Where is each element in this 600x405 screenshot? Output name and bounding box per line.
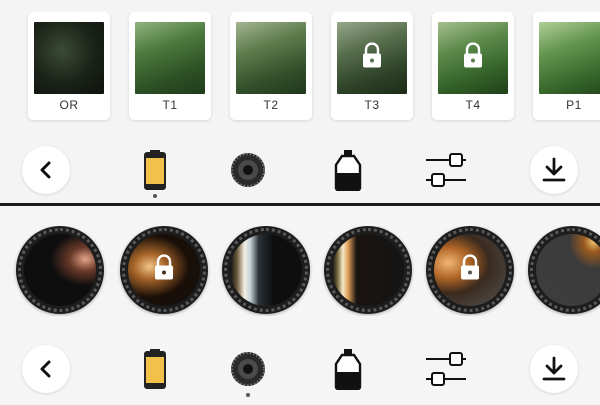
filter-card-t2[interactable]: T2 [230,12,312,120]
filter-card-or[interactable]: OR [28,12,110,120]
lens-item[interactable] [426,226,514,314]
filter-thumbnail [438,22,508,94]
filter-thumbnail [34,22,104,94]
adjust-sliders-icon [426,352,466,386]
adjust-tool-button[interactable] [424,347,468,391]
filter-thumbnail [539,22,600,94]
filter-thumbnail [135,22,205,94]
filter-label: T2 [263,98,279,112]
filter-panel: OR T1 T2 T3 T4 P1 [0,0,600,204]
lens-strip[interactable] [0,226,600,316]
lens-panel [0,206,600,405]
lens-icon [231,153,265,187]
filter-label: T1 [162,98,178,112]
selected-indicator [246,393,250,397]
bottle-tool-button[interactable] [326,347,370,391]
filter-label: T3 [364,98,380,112]
lens-ring [18,228,102,312]
lens-ring [428,228,512,312]
download-icon [542,356,566,381]
filter-thumbnail [236,22,306,94]
back-icon [40,161,51,179]
filter-thumbnail [337,22,407,94]
top-toolbar [0,142,600,198]
lens-item[interactable] [528,226,600,314]
back-icon [40,360,51,378]
film-roll-icon [144,349,166,389]
bottle-icon [334,349,362,390]
lens-item[interactable] [324,226,412,314]
lens-tool-button[interactable] [226,148,270,192]
bottom-toolbar [0,341,600,397]
filter-label: T4 [465,98,481,112]
lens-item[interactable] [16,226,104,314]
download-button[interactable] [530,146,578,194]
filter-card-t4[interactable]: T4 [432,12,514,120]
selected-indicator [153,194,157,198]
film-tool-button[interactable] [133,347,177,391]
back-button[interactable] [22,345,70,393]
download-icon [542,157,566,182]
bottle-icon [334,150,362,191]
back-button[interactable] [22,146,70,194]
download-button[interactable] [530,345,578,393]
filter-card-t1[interactable]: T1 [129,12,211,120]
lock-icon [462,42,484,74]
filter-card-p1[interactable]: P1 [533,12,600,120]
adjust-tool-button[interactable] [424,148,468,192]
lock-icon [361,42,383,74]
filter-card-t3[interactable]: T3 [331,12,413,120]
lens-ring [326,228,410,312]
lens-item[interactable] [222,226,310,314]
filter-label: OR [59,98,79,112]
film-tool-button[interactable] [133,148,177,198]
lens-tool-button[interactable] [226,347,270,397]
lens-item[interactable] [120,226,208,314]
lens-ring [530,228,600,312]
lens-icon [231,352,265,386]
adjust-sliders-icon [426,153,466,187]
film-roll-icon [144,150,166,190]
filter-label: P1 [566,98,582,112]
filter-strip[interactable]: OR T1 T2 T3 T4 P1 [0,12,600,124]
lens-ring [122,228,206,312]
lens-ring [224,228,308,312]
bottle-tool-button[interactable] [326,148,370,192]
